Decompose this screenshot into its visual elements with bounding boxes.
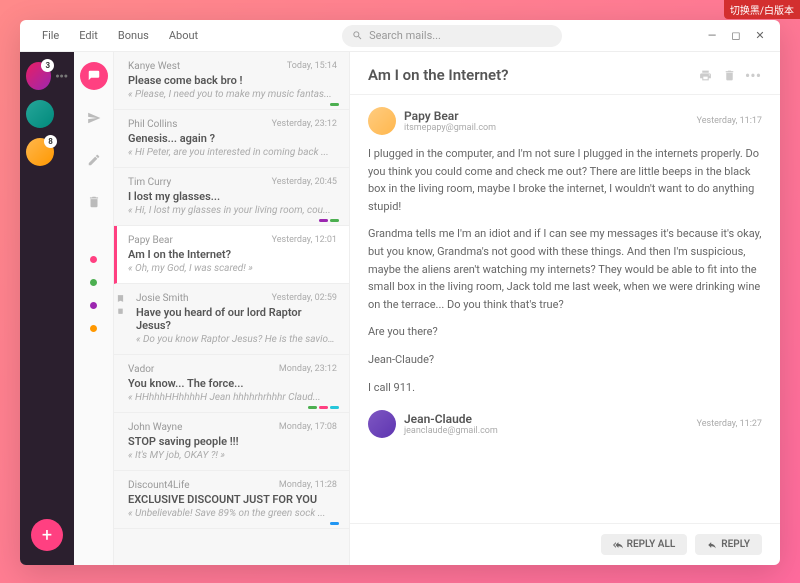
mail-preview: « It's MY job, OKAY ?! » [128,450,337,461]
mail-item[interactable]: Josie SmithYesterday, 02:59Have you hear… [114,284,349,355]
menubar: File Edit Bonus About Search mails... — … [20,20,780,52]
mail-subject: Please come back bro ! [128,74,337,87]
trash-icon [723,69,736,82]
mail-time: Yesterday, 20:45 [272,177,337,187]
mail-preview: « Oh, my God, I was scared! » [128,263,337,274]
message-body: I plugged in the computer, and I'm not s… [368,145,762,396]
reply-all-button[interactable]: REPLY ALL [601,534,688,555]
mail-subject: Have you heard of our lord Raptor Jesus? [136,306,337,332]
message-email: jeanclaude@gmail.com [404,426,689,436]
mail-subject: Am I on the Internet? [128,248,337,261]
pencil-icon [87,153,101,167]
mail-item[interactable]: Discount4LifeMonday, 11:28EXCLUSIVE DISC… [114,471,349,529]
message: Papy Bearitsmepapy@gmail.com Yesterday, 1… [368,107,762,396]
mail-preview: « Hi Peter, are you interested in coming… [128,147,337,158]
account-avatar-1[interactable]: 3 [26,62,51,90]
message-time: Yesterday, 11:17 [697,116,762,126]
compose-button[interactable]: + [31,519,63,551]
theme-toggle-badge[interactable]: 切换黑/白版本 [724,0,800,19]
mail-subject: Genesis... again ? [128,132,337,145]
reply-all-icon [613,540,623,550]
account-avatar-3[interactable]: 8 [26,138,54,166]
more-button[interactable]: ••• [744,66,762,84]
tag-purple[interactable] [90,302,97,309]
mail-item[interactable]: Kanye WestToday, 15:14Please come back b… [114,52,349,110]
search-icon [352,30,363,41]
message-avatar [368,410,396,438]
mail-subject: You know... The force... [128,377,337,390]
nav-inbox[interactable] [80,62,108,90]
reply-button[interactable]: REPLY [695,534,762,555]
mail-item[interactable]: John WayneMonday, 17:08STOP saving peopl… [114,413,349,471]
mail-time: Yesterday, 02:59 [272,293,337,303]
account-badge: 8 [44,135,57,148]
mail-time: Monday, 23:12 [279,364,337,374]
menu-about[interactable]: About [159,25,208,46]
app-window: File Edit Bonus About Search mails... — … [20,20,780,565]
mail-preview: « Please, I need you to make my music fa… [128,89,337,100]
trash-icon [87,195,101,209]
mail-preview: « HHhhhHHhhhhH Jean hhhhrhrhhhr Claud... [128,392,337,403]
mail-preview: « Do you know Raptor Jesus? He is the sa… [136,334,337,345]
mail-preview: « Hi, I lost my glasses in your living r… [128,205,337,216]
account-rail: 3 ●●● 8 + [20,52,74,565]
reader-pane: Am I on the Internet? ••• Papy Bearitsme… [350,52,780,565]
message-sender: Jean-Claude [404,412,689,426]
print-button[interactable] [696,66,714,84]
nav-drafts[interactable] [80,146,108,174]
message: Jean-Claudejeanclaude@gmail.com Yesterday… [368,410,762,438]
mail-subject: STOP saving people !!! [128,435,337,448]
mail-item[interactable]: Tim CurryYesterday, 20:45I lost my glass… [114,168,349,226]
inbox-icon [87,69,101,83]
search-input[interactable]: Search mails... [342,25,562,47]
mail-item[interactable]: VadorMonday, 23:12You know... The force.… [114,355,349,413]
message-time: Yesterday, 11:27 [697,419,762,429]
print-icon [699,69,712,82]
message-email: itsmepapy@gmail.com [404,123,689,133]
reader-footer: REPLY ALL REPLY [350,523,780,565]
window-maximize[interactable]: ◻ [728,28,744,44]
message-avatar [368,107,396,135]
tag-green[interactable] [90,279,97,286]
mail-time: Monday, 17:08 [279,422,337,432]
mail-item[interactable]: Phil CollinsYesterday, 23:12Genesis... a… [114,110,349,168]
nav-column [74,52,114,565]
mail-time: Yesterday, 12:01 [272,235,337,245]
send-icon [87,111,101,125]
reply-icon [707,540,717,550]
reader-header: Am I on the Internet? ••• [350,52,780,95]
nav-trash[interactable] [80,188,108,216]
mail-list[interactable]: Kanye WestToday, 15:14Please come back b… [114,52,350,565]
delete-button[interactable] [720,66,738,84]
mail-time: Today, 15:14 [287,61,337,71]
mail-preview: « Unbelievable! Save 89% on the green so… [128,508,337,519]
search-placeholder: Search mails... [369,29,441,42]
tag-pink[interactable] [90,256,97,263]
app-body: 3 ●●● 8 + Kanye WestToday, 15:14Please c… [20,52,780,565]
message-sender: Papy Bear [404,109,689,123]
message-thread: Papy Bearitsmepapy@gmail.com Yesterday, 1… [350,95,780,523]
mail-subject: EXCLUSIVE DISCOUNT JUST FOR YOU [128,493,337,506]
window-minimize[interactable]: — [704,28,720,44]
mail-item[interactable]: Papy BearYesterday, 12:01Am I on the Int… [114,226,349,284]
mail-item-icons [116,294,125,315]
mail-time: Yesterday, 23:12 [272,119,337,129]
tag-orange[interactable] [90,325,97,332]
menu-edit[interactable]: Edit [69,25,108,46]
menu-bonus[interactable]: Bonus [108,25,159,46]
reader-title: Am I on the Internet? [368,66,690,84]
mail-subject: I lost my glasses... [128,190,337,203]
account-avatar-2[interactable] [26,100,54,128]
menu-file[interactable]: File [32,25,69,46]
nav-sent[interactable] [80,104,108,132]
account-badge: 3 [41,59,54,72]
window-close[interactable]: ✕ [752,28,768,44]
account-menu-icon[interactable]: ●●● [55,72,68,80]
mail-time: Monday, 11:28 [279,480,337,490]
